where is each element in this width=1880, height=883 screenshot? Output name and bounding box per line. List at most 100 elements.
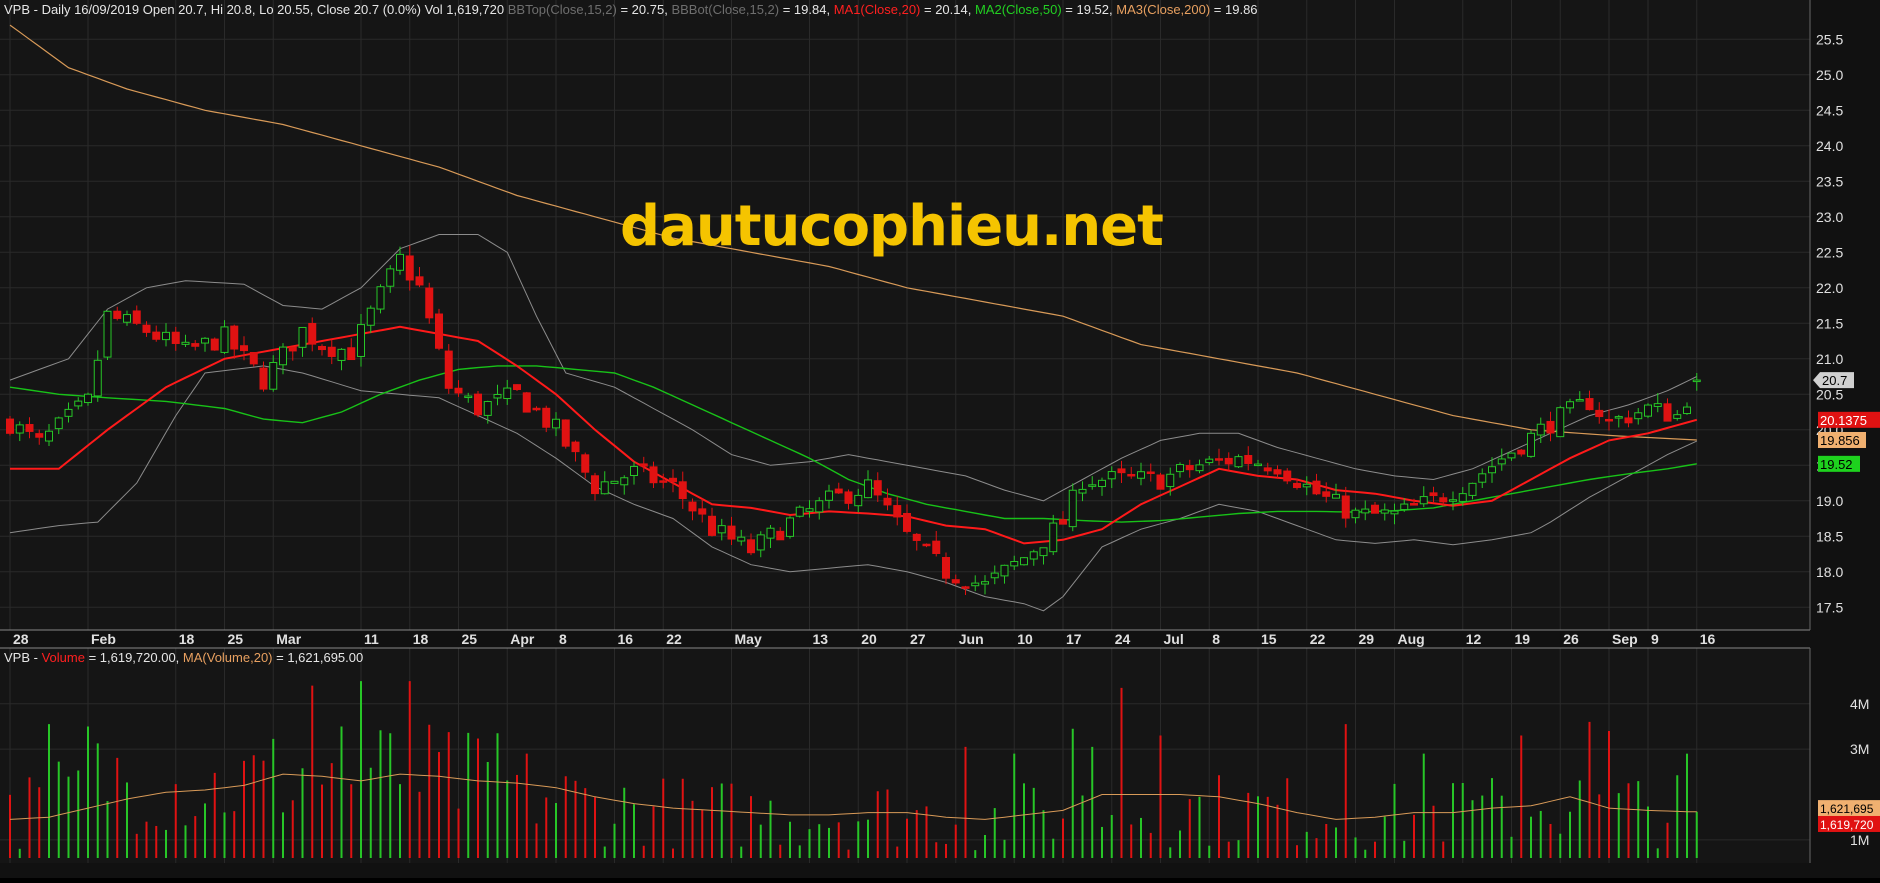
price-tick-label: 21.0	[1816, 351, 1843, 367]
date-tick-label: 25	[228, 631, 244, 647]
candle-body	[64, 408, 73, 417]
candle-body	[93, 359, 102, 397]
candle-body	[756, 534, 765, 551]
svg-text:20.7: 20.7	[1822, 373, 1847, 388]
candle-body	[1468, 482, 1477, 496]
candle-body	[659, 480, 668, 483]
price-panel	[0, 0, 1810, 630]
candle-body	[386, 268, 395, 287]
candle-body	[230, 325, 239, 350]
candle-body	[240, 345, 248, 352]
candle-body	[308, 322, 317, 345]
candle-body	[805, 508, 814, 512]
candle-body	[1585, 398, 1594, 411]
candle-body	[912, 533, 921, 541]
candle-body	[1283, 470, 1292, 482]
candle-body	[1098, 479, 1106, 488]
candle-body	[561, 419, 570, 447]
stock-chart[interactable]: 25.5 25.0 24.5 24.0 23.5 23.0 22.5 22.0 21.5 21.0…	[0, 0, 1880, 878]
candle-body	[1185, 465, 1194, 471]
candle-body	[815, 500, 824, 513]
price-tick-label: 19.0	[1816, 493, 1843, 509]
price-tick-label: 24.5	[1816, 102, 1843, 118]
price-tick-label: 21.5	[1816, 315, 1843, 331]
candle-body	[639, 463, 648, 467]
candle-body	[825, 490, 833, 501]
symbol-label: VPB	[4, 2, 30, 17]
candle-body	[1400, 503, 1409, 511]
candle-body	[1273, 469, 1282, 475]
date-tick-label: Jun	[959, 631, 984, 647]
candle-body	[1371, 504, 1379, 514]
candle-body	[1575, 399, 1584, 402]
candle-body	[1634, 412, 1643, 420]
svg-text:1,619,720: 1,619,720	[1820, 818, 1874, 832]
candle-body	[1663, 403, 1672, 422]
candle-body	[922, 543, 931, 547]
candle-body	[795, 506, 804, 517]
candle-body	[1449, 499, 1457, 502]
ma1-label: MA1(Close,20)	[834, 2, 921, 17]
candle-body	[1683, 406, 1691, 415]
candle-body	[1390, 510, 1399, 515]
date-tick-label: 29	[1359, 631, 1375, 647]
candle-body	[513, 384, 521, 390]
candle-body	[1224, 457, 1233, 465]
candle-body	[454, 387, 463, 394]
candle-body	[15, 424, 24, 434]
candle-body	[717, 525, 726, 534]
candle-body	[347, 347, 356, 361]
candle-body	[669, 477, 677, 483]
ohlc-info: - Daily 16/09/2019 Open 20.7, Hi 20.8, L…	[30, 2, 508, 17]
candle-body	[727, 525, 736, 540]
candle-body	[45, 430, 53, 442]
candle-body	[1478, 473, 1487, 483]
price-tick-label: 17.5	[1816, 599, 1843, 615]
chart-canvas[interactable]: 25.5 25.0 24.5 24.0 23.5 23.0 22.5 22.0 21.5 21.0…	[0, 0, 1880, 878]
volume-symbol: VPB	[4, 650, 30, 665]
date-tick-label: 9	[1651, 631, 1659, 647]
candle-body	[210, 338, 219, 351]
candle-body	[1137, 471, 1145, 479]
candle-body	[1644, 404, 1652, 417]
date-tick-label: 16	[1700, 631, 1716, 647]
candle-body	[747, 539, 755, 554]
candle-body	[1546, 420, 1555, 434]
candle-body	[1029, 551, 1038, 560]
date-tick-label: 11	[364, 631, 379, 647]
price-tick-label: 25.0	[1816, 67, 1843, 83]
candle-body	[1497, 458, 1506, 465]
date-tick-label: 10	[1017, 631, 1033, 647]
candle-body	[1068, 489, 1077, 528]
candle-body	[288, 346, 297, 352]
candle-body	[298, 326, 307, 348]
candle-body	[1605, 418, 1613, 422]
candle-body	[708, 515, 716, 536]
candle-body	[961, 586, 970, 589]
candle-body	[1088, 484, 1097, 487]
candle-body	[1507, 452, 1516, 459]
candle-body	[903, 512, 911, 532]
ma2-last-tag: 19.52	[1818, 455, 1860, 472]
candle-body	[84, 393, 92, 404]
candle-body	[834, 488, 843, 494]
candle-body	[415, 276, 424, 286]
candle-body	[152, 331, 161, 340]
volume-value: = 1,619,720.00,	[85, 650, 183, 665]
volume-ma-label: MA(Volume,20)	[183, 650, 273, 665]
candle-body	[1166, 473, 1175, 488]
candle-body	[1361, 508, 1370, 514]
watermark: dautucophieu.net	[620, 194, 1163, 259]
candle-body	[620, 477, 629, 486]
candle-body	[1458, 493, 1467, 502]
candle-body	[405, 255, 414, 281]
candle-body	[493, 393, 502, 399]
candle-body	[542, 407, 551, 428]
candle-body	[74, 400, 83, 407]
ma2-label: MA2(Close,50)	[975, 2, 1062, 17]
candle-body	[532, 407, 541, 411]
date-tick-label: 18	[179, 631, 195, 647]
candle-body	[259, 367, 268, 390]
date-tick-label: 24	[1115, 631, 1131, 647]
candle-body	[318, 345, 326, 351]
